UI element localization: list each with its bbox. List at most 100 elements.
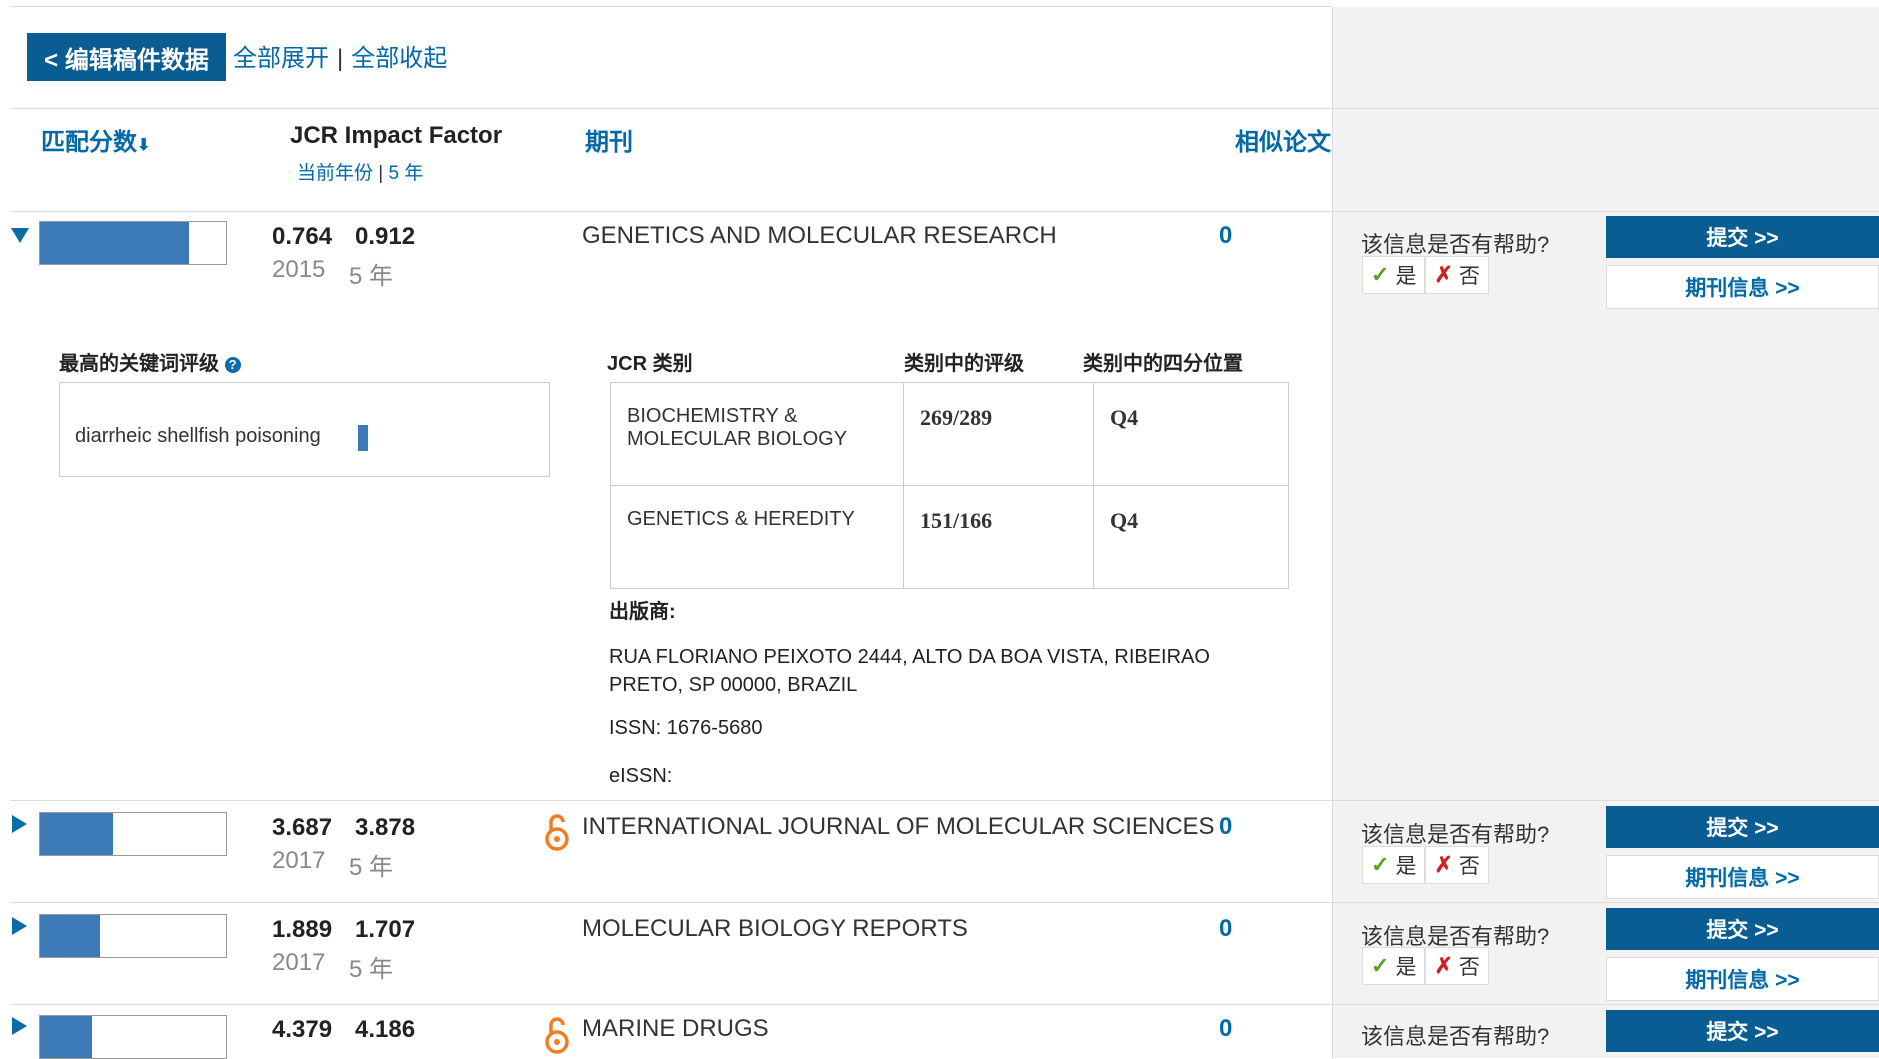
category-rank: 269/289 bbox=[903, 382, 1094, 486]
jcr-category-table: BIOCHEMISTRY & MOLECULAR BIOLOGY 269/289… bbox=[610, 382, 1289, 589]
helpful-vote: ✓ 是 ✗ 否 bbox=[1362, 256, 1489, 294]
impact-factor-year: 2015 bbox=[272, 256, 326, 283]
submit-button[interactable]: 提交 >> bbox=[1606, 806, 1879, 848]
eissn: eISSN: bbox=[609, 765, 673, 787]
category-quartile: Q4 bbox=[1093, 485, 1289, 589]
impact-factor-current: 3.687 bbox=[272, 814, 333, 841]
expand-row-icon[interactable] bbox=[12, 1017, 27, 1035]
similar-papers-count[interactable]: 0 bbox=[1219, 915, 1232, 943]
help-icon[interactable]: ? bbox=[224, 356, 241, 373]
cross-icon: ✗ bbox=[1434, 262, 1453, 287]
helpful-no-button[interactable]: ✗ 否 bbox=[1425, 256, 1489, 294]
expand-collapse-links: 全部展开 | 全部收起 bbox=[233, 38, 447, 73]
impact-factor-5yr: 0.912 bbox=[355, 223, 416, 250]
journal-name[interactable]: MARINE DRUGS bbox=[582, 1015, 769, 1043]
if-period-switch: 当前年份 | 5 年 bbox=[297, 158, 423, 185]
table-row: GENETICS & HEREDITY 151/166 Q4 bbox=[610, 485, 1289, 589]
check-icon: ✓ bbox=[1371, 852, 1390, 877]
similar-papers-header[interactable]: 相似论文 bbox=[1235, 122, 1331, 157]
divider bbox=[10, 108, 1879, 109]
right-panel bbox=[1332, 7, 1879, 1058]
match-score-fill bbox=[40, 915, 100, 957]
divider bbox=[10, 800, 1879, 801]
keyword-rating-label: 最高的关键词评级 bbox=[59, 353, 219, 375]
jcr-category-heading: JCR 类别 bbox=[607, 353, 693, 375]
impact-factor-year: 2017 bbox=[272, 949, 326, 976]
keyword-rating-track bbox=[358, 425, 478, 451]
impact-factor-5yr: 4.186 bbox=[355, 1016, 416, 1043]
helpful-yes-button[interactable]: ✓ 是 bbox=[1362, 846, 1426, 884]
keyword-rating-bar bbox=[358, 425, 368, 451]
category-quartile: Q4 bbox=[1093, 382, 1289, 486]
collapse-row-icon[interactable] bbox=[11, 228, 29, 243]
divider bbox=[10, 211, 1879, 212]
yes-label: 是 bbox=[1395, 265, 1417, 288]
submit-button[interactable]: 提交 >> bbox=[1606, 216, 1879, 258]
match-score-fill bbox=[40, 1016, 93, 1058]
journal-info-button[interactable]: 期刊信息 >> bbox=[1606, 957, 1879, 1001]
publisher-address: RUA FLORIANO PEIXOTO 2444, ALTO DA BOA V… bbox=[609, 646, 1210, 696]
helpful-yes-button[interactable]: ✓ 是 bbox=[1362, 947, 1426, 985]
divider bbox=[10, 902, 1879, 903]
divider bbox=[10, 6, 1332, 7]
helpful-no-button[interactable]: ✗ 否 bbox=[1425, 846, 1489, 884]
open-access-icon bbox=[545, 1017, 569, 1054]
collapse-all-link[interactable]: 全部收起 bbox=[351, 45, 447, 72]
expand-row-icon[interactable] bbox=[12, 917, 27, 935]
impact-factor-5yr: 1.707 bbox=[355, 916, 416, 943]
helpful-question: 该信息是否有帮助? bbox=[1361, 1024, 1550, 1049]
match-score-bar bbox=[39, 1015, 227, 1059]
yes-label: 是 bbox=[1395, 956, 1417, 979]
expand-all-link[interactable]: 全部展开 bbox=[233, 45, 329, 72]
submit-button[interactable]: 提交 >> bbox=[1606, 908, 1879, 950]
helpful-vote: ✓ 是 ✗ 否 bbox=[1362, 846, 1489, 884]
journal-name[interactable]: MOLECULAR BIOLOGY REPORTS bbox=[582, 915, 968, 943]
open-access-icon bbox=[545, 814, 569, 851]
edit-manuscript-button[interactable]: < 编辑稿件数据 bbox=[27, 33, 226, 81]
similar-papers-count[interactable]: 0 bbox=[1219, 222, 1232, 250]
divider bbox=[10, 1004, 1879, 1005]
yes-label: 是 bbox=[1395, 855, 1417, 878]
impact-factor-current: 1.889 bbox=[272, 916, 333, 943]
journal-header[interactable]: 期刊 bbox=[585, 122, 633, 157]
check-icon: ✓ bbox=[1371, 953, 1390, 978]
keyword-box: diarrheic shellfish poisoning bbox=[59, 382, 550, 477]
five-year-label: 5 年 bbox=[349, 956, 394, 983]
cross-icon: ✗ bbox=[1434, 852, 1453, 877]
category-rank: 151/166 bbox=[903, 485, 1094, 589]
helpful-vote: ✓ 是 ✗ 否 bbox=[1362, 947, 1489, 985]
journal-info-button[interactable]: 期刊信息 >> bbox=[1606, 265, 1879, 309]
match-score-fill bbox=[40, 222, 189, 264]
helpful-yes-button[interactable]: ✓ 是 bbox=[1362, 256, 1426, 294]
match-score-header[interactable]: 匹配分数⬇ bbox=[41, 122, 150, 157]
category-name: BIOCHEMISTRY & MOLECULAR BIOLOGY bbox=[610, 382, 904, 486]
five-year-link[interactable]: 5 年 bbox=[389, 163, 424, 184]
separator: | bbox=[378, 163, 384, 184]
journal-name[interactable]: INTERNATIONAL JOURNAL OF MOLECULAR SCIEN… bbox=[582, 813, 1215, 841]
no-label: 否 bbox=[1458, 855, 1480, 878]
similar-papers-count[interactable]: 0 bbox=[1219, 1015, 1232, 1043]
check-icon: ✓ bbox=[1371, 262, 1390, 287]
five-year-label: 5 年 bbox=[349, 854, 394, 881]
similar-papers-count[interactable]: 0 bbox=[1219, 813, 1232, 841]
no-label: 否 bbox=[1458, 265, 1480, 288]
current-year-link[interactable]: 当前年份 bbox=[297, 163, 373, 184]
match-score-bar bbox=[39, 812, 227, 856]
impact-factor-5yr: 3.878 bbox=[355, 814, 416, 841]
submit-button[interactable]: 提交 >> bbox=[1606, 1010, 1879, 1052]
journal-name[interactable]: GENETICS AND MOLECULAR RESEARCH bbox=[582, 222, 1057, 250]
no-label: 否 bbox=[1458, 956, 1480, 979]
impact-factor-year: 2017 bbox=[272, 847, 326, 874]
table-row: BIOCHEMISTRY & MOLECULAR BIOLOGY 269/289… bbox=[610, 382, 1289, 486]
helpful-question: 该信息是否有帮助? bbox=[1361, 822, 1550, 847]
sort-down-icon: ⬇ bbox=[137, 137, 151, 154]
jcr-impact-factor-header: JCR Impact Factor bbox=[290, 122, 503, 149]
keyword-rating-heading: 最高的关键词评级 ? bbox=[59, 347, 241, 376]
impact-factor-current: 0.764 bbox=[272, 223, 333, 250]
match-score-bar bbox=[39, 221, 227, 265]
helpful-question: 该信息是否有帮助? bbox=[1361, 232, 1550, 257]
helpful-no-button[interactable]: ✗ 否 bbox=[1425, 947, 1489, 985]
expand-row-icon[interactable] bbox=[12, 815, 27, 833]
match-score-bar bbox=[39, 914, 227, 958]
journal-info-button[interactable]: 期刊信息 >> bbox=[1606, 855, 1879, 899]
